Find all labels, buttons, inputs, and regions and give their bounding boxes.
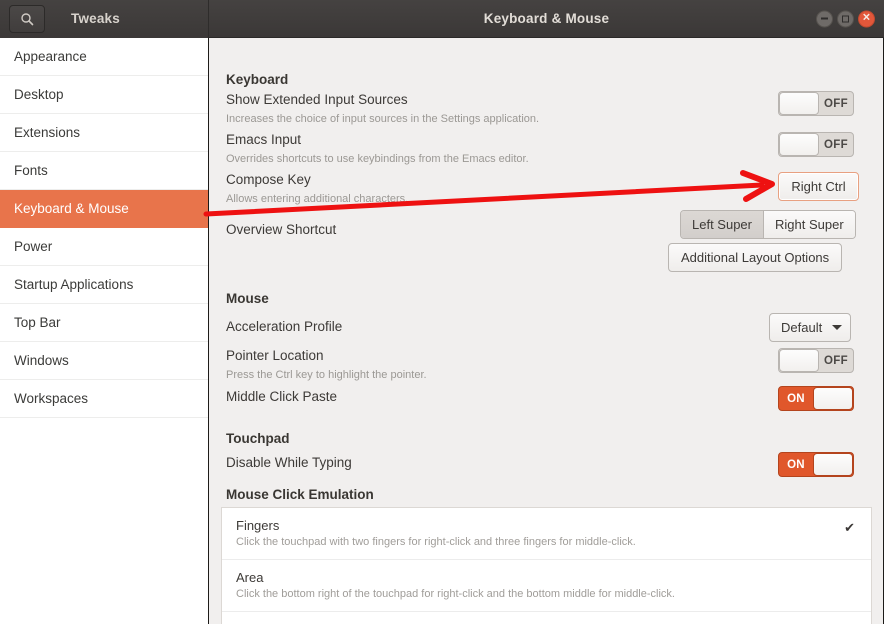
list-item-desc: Click the touchpad with two fingers for … — [236, 536, 636, 548]
sidebar-item-fonts[interactable]: Fonts — [0, 152, 208, 190]
sidebar-item-keyboard-and-mouse[interactable]: Keyboard & Mouse — [0, 190, 208, 228]
sidebar-item-label: Startup Applications — [14, 277, 134, 292]
page-title: Keyboard & Mouse — [483, 11, 610, 26]
row-title-show-extended-input-sources: Show Extended Input Sources — [226, 92, 408, 107]
switch-pointer-location[interactable]: OFF — [778, 348, 854, 373]
sidebar-item-label: Fonts — [14, 163, 48, 178]
row-title-pointer-location: Pointer Location — [226, 348, 324, 363]
sidebar-item-label: Keyboard & Mouse — [14, 201, 129, 216]
row-title-acceleration-profile: Acceleration Profile — [226, 319, 343, 334]
switch-label: OFF — [824, 354, 848, 367]
minimize-button[interactable] — [816, 10, 833, 27]
list-item-partial[interactable] — [222, 611, 871, 624]
sidebar-item-label: Extensions — [14, 125, 81, 140]
compose-key-button[interactable]: Right Ctrl — [778, 172, 859, 201]
check-icon: ✔ — [844, 520, 855, 535]
sidebar-item-power[interactable]: Power — [0, 228, 208, 266]
list-item-title: Fingers — [236, 518, 280, 533]
row-title-overview-shortcut: Overview Shortcut — [226, 222, 337, 237]
list-item-title: Area — [236, 570, 264, 585]
switch-label: ON — [787, 458, 805, 471]
row-title-compose-key: Compose Key — [226, 172, 311, 187]
window-body: Appearance Desktop Extensions Fonts Keyb… — [0, 38, 884, 624]
window-controls: ✕ — [816, 10, 875, 27]
sidebar: Appearance Desktop Extensions Fonts Keyb… — [0, 38, 209, 624]
switch-knob — [779, 92, 819, 115]
chevron-down-icon — [832, 325, 843, 330]
switch-disable-while-typing[interactable]: ON — [778, 452, 854, 477]
additional-layout-options-button[interactable]: Additional Layout Options — [668, 243, 843, 272]
section-heading-mouse-click-emulation: Mouse Click Emulation — [226, 487, 374, 502]
mouse-click-emulation-listbox: Fingers Click the touchpad with two fing… — [221, 507, 872, 624]
sidebar-item-label: Top Bar — [14, 315, 61, 330]
sidebar-item-windows[interactable]: Windows — [0, 342, 208, 380]
list-item-fingers[interactable]: Fingers Click the touchpad with two fing… — [222, 508, 871, 559]
title-bar: Tweaks Keyboard & Mouse ✕ — [0, 0, 884, 38]
overview-shortcut-segmented[interactable]: Left Super Right Super — [680, 210, 856, 239]
sidebar-item-top-bar[interactable]: Top Bar — [0, 304, 208, 342]
switch-emacs-input[interactable]: OFF — [778, 132, 854, 157]
sidebar-item-desktop[interactable]: Desktop — [0, 76, 208, 114]
section-heading-keyboard: Keyboard — [226, 72, 289, 87]
search-button[interactable] — [9, 4, 45, 33]
row-desc-show-extended-input-sources: Increases the choice of input sources in… — [226, 113, 540, 125]
sidebar-item-label: Desktop — [14, 87, 64, 102]
main-panel: Keyboard Show Extended Input Sources Inc… — [209, 38, 884, 624]
sidebar-item-appearance[interactable]: Appearance — [0, 38, 208, 76]
maximize-icon — [842, 15, 849, 22]
row-title-emacs-input: Emacs Input — [226, 132, 302, 147]
switch-show-extended-input-sources[interactable]: OFF — [778, 91, 854, 116]
sidebar-item-extensions[interactable]: Extensions — [0, 114, 208, 152]
sidebar-item-label: Workspaces — [14, 391, 89, 406]
sidebar-item-label: Power — [14, 239, 53, 254]
switch-knob — [813, 387, 853, 410]
acceleration-profile-combobox[interactable]: Default — [769, 313, 852, 342]
list-item-area[interactable]: Area Click the bottom right of the touch… — [222, 559, 871, 611]
row-desc-pointer-location: Press the Ctrl key to highlight the poin… — [226, 369, 427, 381]
acceleration-profile-value: Default — [781, 320, 823, 335]
overview-shortcut-option-left-super[interactable]: Left Super — [681, 211, 764, 238]
switch-label: OFF — [824, 138, 848, 151]
sidebar-item-label: Windows — [14, 353, 69, 368]
row-desc-compose-key: Allows entering additional characters. — [226, 193, 409, 205]
section-heading-touchpad: Touchpad — [226, 431, 290, 446]
section-heading-mouse: Mouse — [226, 291, 269, 306]
title-bar-right: Keyboard & Mouse ✕ — [209, 0, 884, 38]
switch-label: OFF — [824, 97, 848, 110]
app-title: Tweaks — [71, 11, 120, 26]
close-icon: ✕ — [862, 12, 871, 24]
overview-shortcut-option-right-super[interactable]: Right Super — [764, 211, 855, 238]
minimize-icon — [821, 17, 828, 20]
tweaks-window: Tweaks Keyboard & Mouse ✕ Appearance Des… — [0, 0, 884, 624]
list-item-desc: Click the bottom right of the touchpad f… — [236, 588, 675, 600]
sidebar-item-workspaces[interactable]: Workspaces — [0, 380, 208, 418]
sidebar-item-label: Appearance — [14, 49, 87, 64]
row-title-disable-while-typing: Disable While Typing — [226, 455, 352, 470]
switch-middle-click-paste[interactable]: ON — [778, 386, 854, 411]
switch-knob — [813, 453, 853, 476]
title-bar-left: Tweaks — [0, 0, 209, 38]
row-desc-emacs-input: Overrides shortcuts to use keybindings f… — [226, 153, 529, 165]
close-button[interactable]: ✕ — [858, 10, 875, 27]
row-title-middle-click-paste: Middle Click Paste — [226, 389, 338, 404]
search-icon — [20, 12, 34, 26]
switch-knob — [779, 133, 819, 156]
sidebar-item-startup-applications[interactable]: Startup Applications — [0, 266, 208, 304]
switch-knob — [779, 349, 819, 372]
maximize-button[interactable] — [837, 10, 854, 27]
switch-label: ON — [787, 392, 805, 405]
